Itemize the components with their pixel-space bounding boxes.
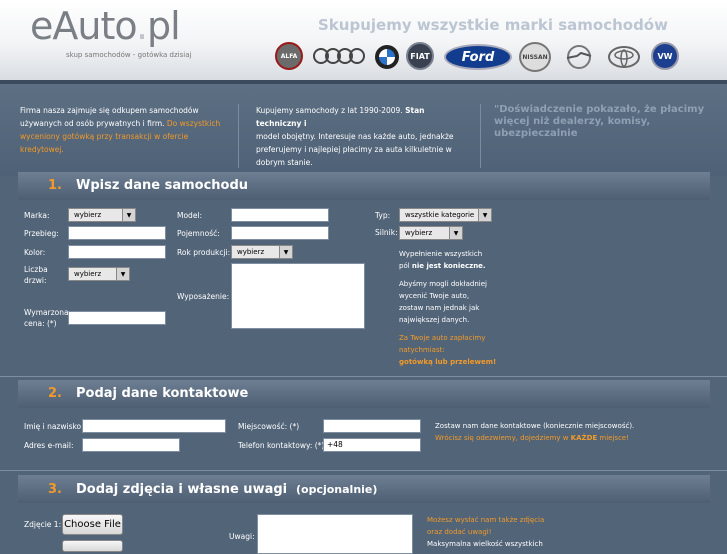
wyposazenie-textarea[interactable] [231, 263, 365, 329]
choose-file-button[interactable]: Choose File [62, 514, 123, 535]
section-1-header: 1. Wpisz dane samochodu [18, 172, 710, 200]
telefon-input[interactable]: +48 [323, 438, 421, 452]
header-headline: Skupujemy wszystkie marki samochodów [318, 16, 668, 34]
model-input[interactable] [231, 208, 329, 222]
volkswagen-logo-icon[interactable]: VW [651, 42, 679, 70]
label-email: Adres e-mail: [24, 441, 74, 450]
miejscowosc-input[interactable] [323, 419, 421, 433]
label-drzwi: Liczba drzwi: [24, 265, 48, 285]
label-rok: Rok produkcji: [177, 248, 231, 257]
intro-divider-2 [480, 104, 481, 168]
section-2-header: 2. Podaj dane kontaktowe [18, 380, 710, 408]
site-logo[interactable]: eAuto.pl [30, 4, 181, 48]
marka-select[interactable]: wybierz ▼ [68, 208, 136, 222]
choose-file-button[interactable] [62, 540, 123, 552]
label-cena: Wymarzona cena: (*) [24, 308, 69, 328]
typ-select[interactable]: wszystkie kategorie ▼ [399, 208, 492, 222]
audi-logo-icon[interactable] [312, 47, 366, 65]
chevron-down-icon: ▼ [279, 246, 292, 258]
toyota-logo-icon[interactable] [607, 46, 641, 68]
section-1-note: Wypełnienie wszystkich pól nie jest koni… [399, 250, 497, 366]
section-1-number: 1. [48, 178, 62, 193]
label-telefon: Telefon kontaktowy: (*) [238, 441, 325, 450]
label-uwagi: Uwagi: [229, 532, 255, 541]
rok-select[interactable]: wybierz ▼ [231, 245, 293, 259]
label-imie: Imię i nazwisko: [24, 422, 84, 431]
section-2-number: 2. [48, 386, 62, 401]
label-przebieg: Przebieg: [24, 229, 59, 238]
chevron-down-icon: ▼ [449, 227, 462, 239]
silnik-select[interactable]: wybierz ▼ [399, 226, 463, 240]
section-3-optional: (opcjonalnie) [296, 483, 378, 496]
section-3-title: Dodaj zdjęcia i własne uwagi [76, 482, 288, 497]
chevron-down-icon: ▼ [478, 209, 491, 221]
intro-divider-1 [238, 104, 239, 168]
kolor-input[interactable] [68, 245, 166, 259]
opel-logo-icon[interactable] [563, 44, 595, 70]
przebieg-input[interactable] [68, 226, 166, 240]
section-2-note: Zostaw nam dane kontaktowe (koniecznie m… [435, 422, 635, 442]
section-divider [0, 470, 727, 471]
section-2-title: Podaj dane kontaktowe [76, 386, 249, 401]
label-marka: Marka: [24, 211, 50, 220]
label-wyposazenie: Wyposażenie: [177, 292, 230, 301]
imie-input[interactable] [82, 419, 226, 433]
alfa-romeo-logo-icon[interactable]: ALFA [275, 42, 303, 70]
email-input[interactable] [82, 438, 180, 452]
cena-input[interactable] [68, 311, 166, 325]
label-typ: Typ: [375, 211, 391, 220]
nissan-logo-icon[interactable]: NISSAN [519, 42, 551, 72]
section-1-title: Wpisz dane samochodu [76, 178, 249, 193]
section-3-header: 3. Dodaj zdjęcia i własne uwagi (opcjona… [18, 475, 710, 503]
site-header: eAuto.pl skup samochodów - gotówka dzisi… [0, 0, 727, 80]
chevron-down-icon: ▼ [116, 268, 129, 280]
fiat-logo-icon[interactable]: FIAT [406, 42, 434, 70]
uwagi-textarea[interactable] [257, 514, 413, 554]
intro-col-1: Firma nasza zajmuje się odkupem samochod… [20, 106, 221, 154]
label-model: Model: [177, 211, 203, 220]
label-pojemnosc: Pojemność: [177, 229, 220, 238]
label-kolor: Kolor: [24, 248, 46, 257]
site-tagline: skup samochodów - gotówka dzisiaj [66, 51, 192, 59]
label-silnik: Silnik: [375, 228, 398, 237]
label-zdjecie-1: Zdjęcie 1: [24, 520, 62, 529]
intro-col-2: Kupujemy samochody z lat 1990-2009. Stan… [256, 106, 454, 167]
section-3-number: 3. [48, 482, 62, 497]
label-miejscowosc: Miejscowość: (*) [238, 422, 300, 431]
section-divider [0, 376, 727, 377]
intro-quote: "Doświadczenie pokazało, że płacimy więc… [494, 104, 705, 139]
drzwi-select[interactable]: wybierz ▼ [68, 267, 130, 281]
ford-logo-icon[interactable]: Ford [444, 44, 512, 70]
bmw-logo-icon[interactable] [374, 44, 400, 70]
chevron-down-icon: ▼ [122, 209, 135, 221]
pojemnosc-input[interactable] [231, 226, 329, 240]
